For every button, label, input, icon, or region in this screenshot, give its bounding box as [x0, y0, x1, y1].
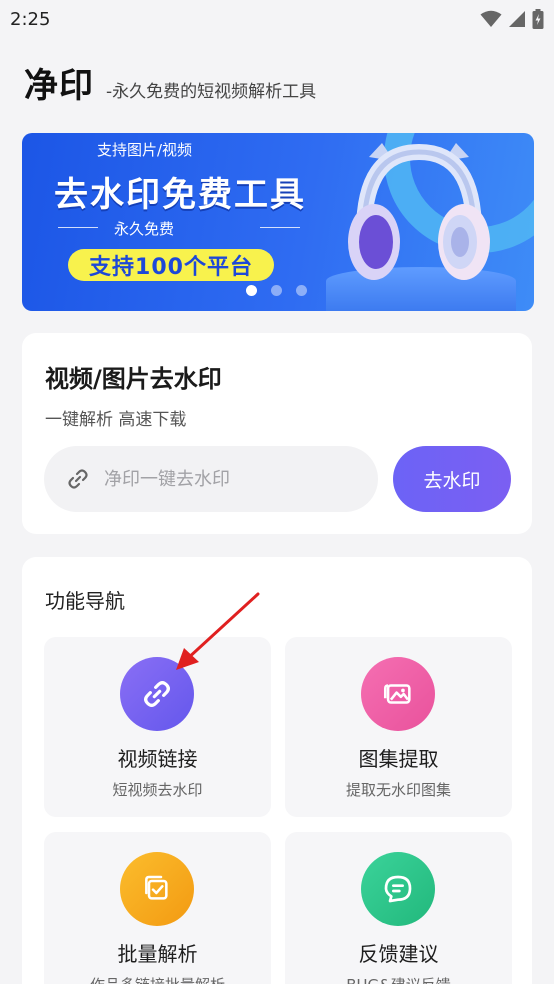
tile-batch-icon-circle — [120, 852, 194, 926]
tile-title: 批量解析 — [117, 942, 198, 966]
banner-pill: 支持100个平台 — [68, 249, 274, 281]
banner-pagination — [246, 285, 307, 296]
banner-dot[interactable] — [296, 285, 307, 296]
remove-watermark-button[interactable]: 去水印 — [393, 446, 511, 512]
tile-gallery-extract[interactable]: 图集提取 提取无水印图集 — [285, 637, 512, 817]
promo-banner[interactable]: 支持图片/视频 去水印免费工具 永久免费 支持100个平台 — [22, 133, 534, 311]
feedback-icon — [384, 875, 412, 903]
tile-desc: BUG&建议反馈 — [285, 974, 512, 984]
tile-gallery-icon-circle — [361, 657, 435, 731]
banner-pill-text: 支持100个平台 — [89, 255, 253, 280]
watermark-card: 视频/图片去水印 一键解析 高速下载 去水印 — [22, 333, 532, 534]
banner-headline: 去水印免费工具 — [54, 175, 306, 215]
tile-feedback-icon-circle — [361, 852, 435, 926]
banner-dot[interactable] — [246, 285, 257, 296]
banner-free-text: 永久免费 — [114, 220, 175, 238]
app-header: 净印 -永久免费的短视频解析工具 — [24, 58, 316, 107]
link-input[interactable] — [104, 468, 344, 490]
link-icon — [68, 469, 88, 489]
tile-desc: 短视频去水印 — [112, 781, 203, 799]
app-title: 净印 — [24, 66, 94, 106]
banner-dot[interactable] — [271, 285, 282, 296]
link-icon — [144, 681, 170, 707]
watermark-card-subtitle: 一键解析 高速下载 — [45, 410, 187, 430]
tile-video-link-icon-circle — [120, 657, 194, 731]
battery-charging-icon — [532, 9, 544, 29]
gallery-icon — [383, 684, 411, 704]
status-time: 2:25 — [10, 8, 51, 30]
feature-nav-heading: 功能导航 — [45, 589, 125, 613]
signal-icon — [509, 11, 525, 27]
tile-video-link[interactable]: 视频链接 短视频去水印 — [44, 637, 271, 817]
link-input-box[interactable] — [44, 446, 378, 512]
banner-tag: 支持图片/视频 — [97, 141, 193, 159]
headphones-icon — [348, 143, 490, 280]
banner-divider-left — [58, 227, 98, 228]
status-icons — [480, 9, 544, 29]
tile-batch-parse[interactable]: 批量解析 作品多链接批量解析 — [44, 832, 271, 984]
app-subtitle: -永久免费的短视频解析工具 — [106, 82, 317, 102]
tile-title: 视频链接 — [117, 747, 198, 771]
tile-desc: 作品多链接批量解析 — [44, 974, 271, 984]
status-bar: 2:25 — [0, 0, 554, 38]
tile-feedback[interactable]: 反馈建议 BUG&建议反馈 — [285, 832, 512, 984]
tile-title: 反馈建议 — [358, 942, 439, 966]
tile-title: 图集提取 — [358, 747, 439, 771]
batch-check-icon — [145, 875, 168, 900]
banner-divider-right — [260, 227, 300, 228]
tile-desc: 提取无水印图集 — [345, 781, 451, 799]
watermark-card-title: 视频/图片去水印 — [45, 365, 222, 393]
feature-nav-card: 功能导航 视频链接 短视频去水印 图集提取 提取无水印图集 批量解析 反馈建议 — [22, 557, 532, 984]
wifi-icon — [480, 10, 502, 27]
